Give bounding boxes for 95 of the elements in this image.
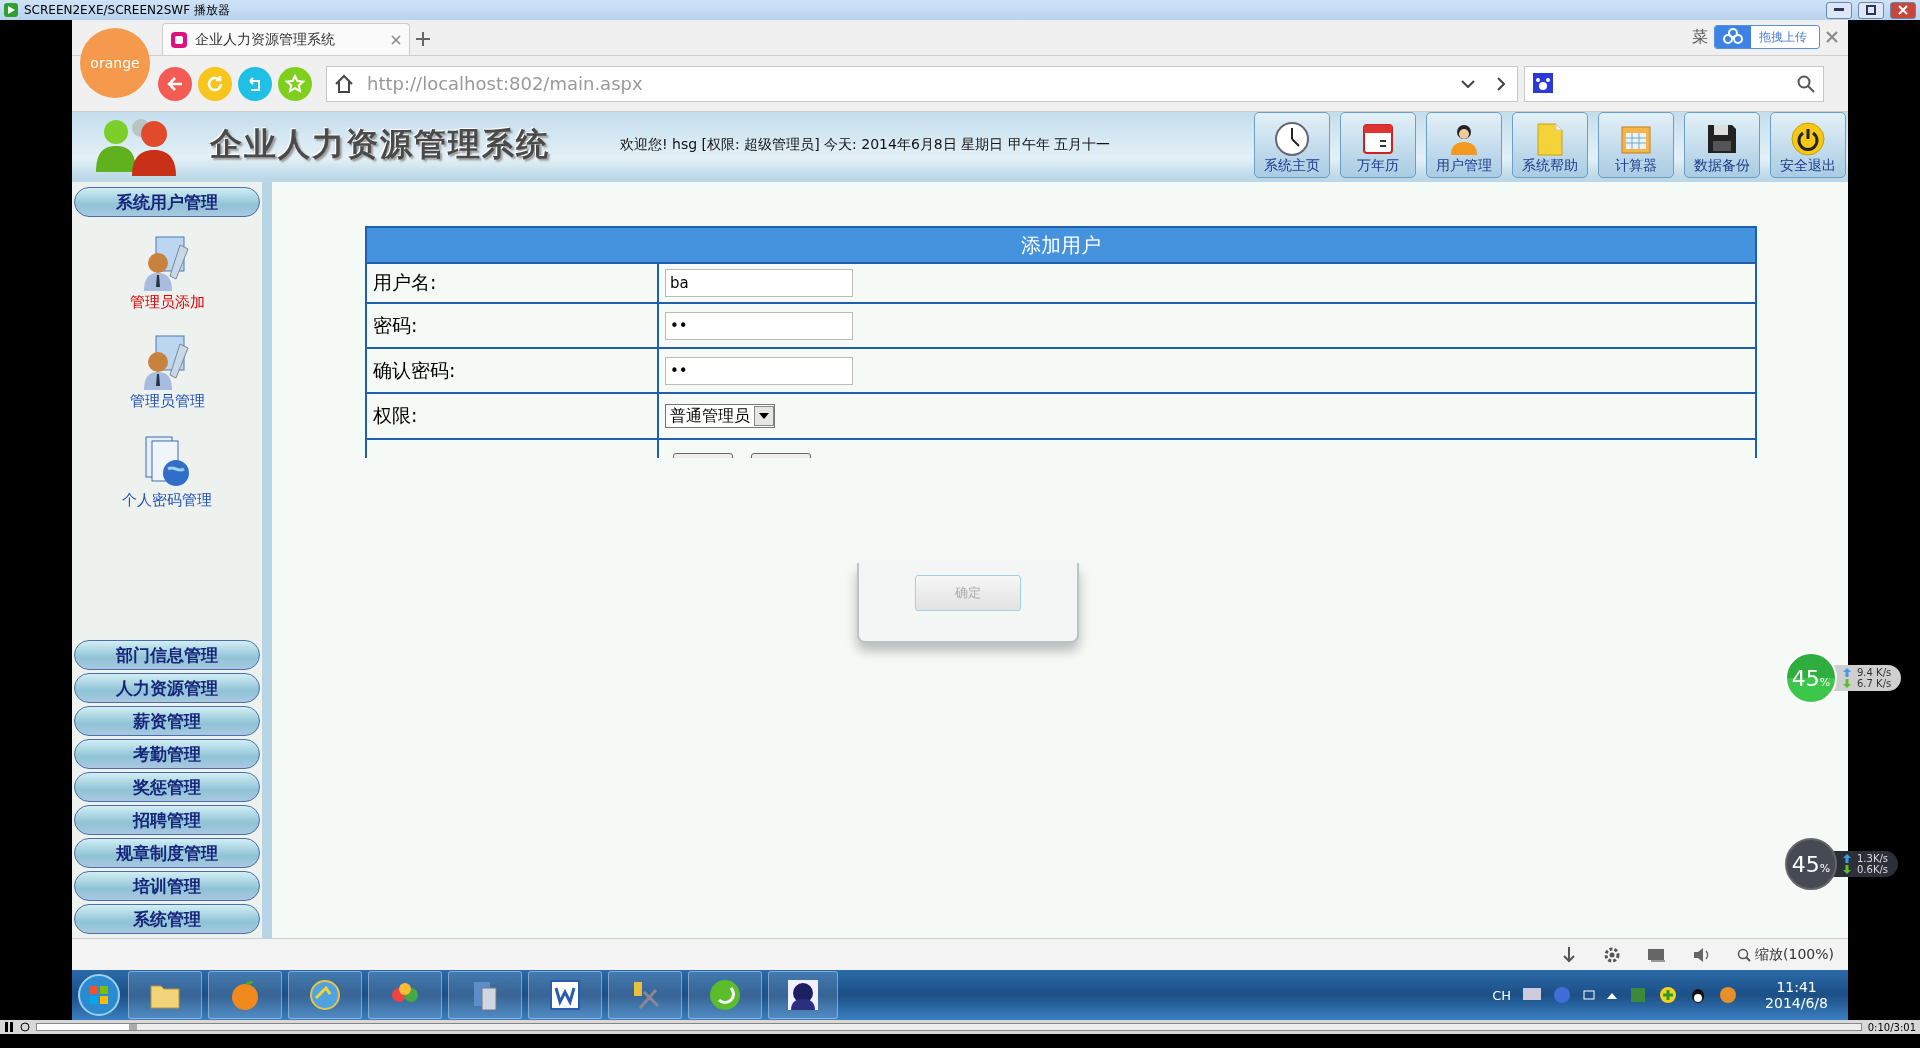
media-player-icon (708, 978, 742, 1012)
dropdown-icon (759, 413, 769, 419)
settings-icon (1603, 945, 1622, 964)
restore-button[interactable] (1858, 1, 1884, 19)
close-button[interactable] (1890, 1, 1916, 19)
upload-button[interactable]: 拖拽上传 (1714, 25, 1820, 49)
new-tab-icon (416, 32, 430, 46)
menu-section-button[interactable]: 考勤管理 (74, 739, 260, 769)
upload-speed: 9.4 K/s (1857, 667, 1892, 678)
menu-section-button[interactable]: 规章制度管理 (74, 838, 260, 868)
menu-section-button[interactable]: 系统用户管理 (74, 187, 260, 217)
search-icon (1737, 947, 1752, 962)
plus-icon (1659, 986, 1678, 1004)
field-label: 确认密码: (367, 349, 659, 394)
refresh-icon (206, 74, 224, 93)
site-icon (171, 31, 187, 48)
network-speed-widget[interactable]: 45% 1.3K/s 0.6K/s (1785, 838, 1899, 890)
menu-section-button[interactable]: 薪资管理 (74, 706, 260, 736)
pause-icon (4, 1022, 14, 1032)
avatar-icon (786, 978, 820, 1012)
globe-icon (308, 978, 342, 1012)
minimize-button[interactable] (1826, 1, 1852, 19)
system-title: 企业人力资源管理系统 (210, 124, 550, 165)
permission-select[interactable]: 普通管理员 (665, 404, 775, 428)
input-field[interactable]: •• (665, 356, 853, 385)
percent-text: 45% (1791, 851, 1831, 877)
clock[interactable]: 11:41 2014/6/8 (1765, 979, 1828, 1011)
app-icon (4, 3, 18, 17)
field-label: 权限: (367, 394, 659, 440)
download-speed: 6.7 K/s (1857, 678, 1892, 689)
input-field[interactable]: ba (665, 269, 853, 297)
dropdown-icon (1461, 79, 1475, 88)
field-label: 密码: (367, 304, 659, 349)
minimize-icon (1834, 8, 1844, 12)
favorite-button[interactable] (278, 66, 312, 101)
word-document-icon (548, 978, 582, 1012)
percent-text: 45% (1791, 665, 1831, 691)
back-arrow-icon (166, 74, 184, 93)
caret-up-icon (1607, 991, 1618, 999)
toolbar-button[interactable]: 系统帮助 (1512, 112, 1588, 178)
back-button[interactable] (158, 66, 192, 101)
menu-item[interactable]: 管理员添加 (129, 235, 205, 312)
zoom-level[interactable]: 缩放(100%) (1737, 945, 1834, 964)
up-arrow-icon (1843, 854, 1851, 863)
toolbar-button[interactable]: 数据备份 (1684, 112, 1760, 178)
screen-icon (1647, 946, 1668, 963)
download-icon (1561, 945, 1578, 964)
toolbar-button[interactable]: 计算器 (1598, 112, 1674, 178)
menu-section-button[interactable]: 部门信息管理 (74, 640, 260, 670)
clock-icon (1274, 121, 1310, 157)
menu-section-button[interactable]: 系统管理 (74, 904, 260, 934)
toolbar-button[interactable]: 安全退出 (1770, 112, 1846, 178)
tab-label[interactable]: 菜 (1692, 26, 1708, 48)
toolbar-button[interactable]: 万年历 (1340, 112, 1416, 178)
search-field[interactable] (1524, 65, 1824, 102)
close-icon (1898, 5, 1908, 15)
documents-icon (142, 433, 192, 489)
menu-item[interactable]: 管理员管理 (129, 334, 205, 411)
taskbar-app-button[interactable] (768, 971, 838, 1019)
window-title: SCREEN2EXE/SCREEN2SWF 播放器 (24, 1, 231, 19)
menu-section-button[interactable]: 招聘管理 (74, 805, 260, 835)
forward-icon (1497, 76, 1505, 91)
restore-icon (1866, 5, 1876, 15)
toolbar-button[interactable]: 系统主页 (1254, 112, 1330, 178)
menu-section-button[interactable]: 奖惩管理 (74, 772, 260, 802)
welcome-text: 欢迎您! hsg [权限: 超级管理员] 今天: 2014年6月8日 星期日 甲午年 五月十一 (620, 136, 1111, 154)
search-icon (1797, 74, 1815, 93)
input-language[interactable]: CH (1492, 987, 1512, 1003)
down-arrow-icon (1843, 679, 1851, 688)
down-arrow-icon (1843, 865, 1851, 874)
stop-icon (20, 1022, 30, 1032)
browser-tab[interactable]: 企业人力资源管理系统 (162, 23, 410, 55)
form-title: 添加用户 (367, 228, 1755, 264)
star-icon (285, 73, 305, 94)
progress-track[interactable] (36, 1023, 1862, 1031)
upload-speed: 1.3K/s (1857, 853, 1889, 864)
field-label: 用户名: (367, 264, 659, 304)
undo-button[interactable] (238, 66, 272, 101)
download-speed: 0.6K/s (1857, 864, 1889, 875)
network-speed-widget[interactable]: 45% 9.4 K/s 6.7 K/s (1785, 652, 1902, 704)
up-arrow-icon (1843, 668, 1851, 677)
calendar-icon (1360, 121, 1396, 157)
close-icon (391, 34, 401, 45)
menu-section-button[interactable]: 培训管理 (74, 871, 260, 901)
close-icon (1826, 31, 1838, 43)
menu-item[interactable]: 个人密码管理 (122, 433, 212, 510)
progress-thumb[interactable] (37, 1024, 138, 1030)
taskbar-app-button[interactable] (528, 971, 602, 1019)
cloud-icon (1715, 26, 1751, 48)
toolbar-button[interactable]: 用户管理 (1426, 112, 1502, 178)
menu-section-button[interactable]: 人力资源管理 (74, 673, 260, 703)
input-field[interactable]: •• (665, 311, 853, 340)
playback-time: 0:10/3:01 (1867, 1021, 1916, 1033)
power-icon (1790, 121, 1826, 157)
paw-icon (1533, 72, 1555, 95)
